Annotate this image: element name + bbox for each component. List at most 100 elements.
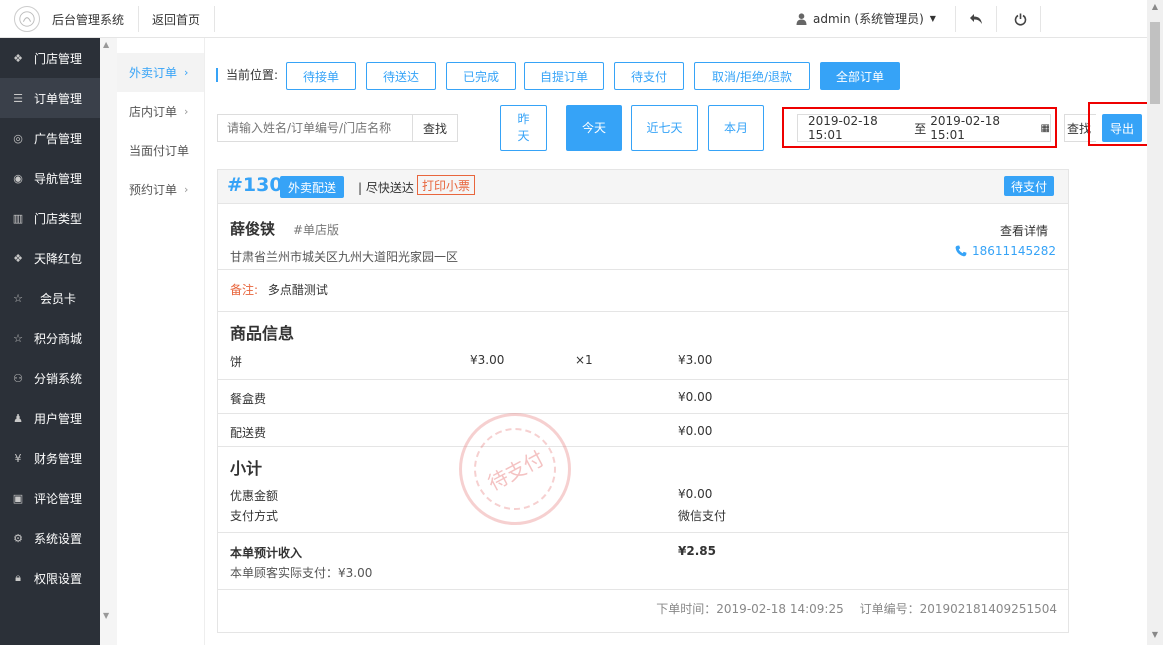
sidebar-item-store-type[interactable]: ▥ 门店类型: [0, 198, 100, 238]
sub-nav: 外卖订单 › 店内订单 › 当面付订单 预约订单 ›: [117, 38, 205, 645]
goods-price: ¥3.00: [470, 353, 505, 367]
filter-pending-delivery[interactable]: 待送达: [366, 62, 436, 90]
page-scrollbar[interactable]: ▲ ▼: [1147, 0, 1163, 645]
filter-all[interactable]: 全部订单: [820, 62, 900, 90]
scroll-up-icon: ▲: [103, 40, 110, 49]
filter-completed[interactable]: 已完成: [446, 62, 516, 90]
pay-method-value: 微信支付: [678, 509, 727, 523]
pay-method-label: 支付方式: [230, 509, 279, 523]
goods-title: 商品信息: [230, 324, 295, 343]
star-icon: ☆: [13, 331, 23, 345]
store-version: #单店版: [293, 223, 340, 237]
customer-phone[interactable]: 18611145282: [955, 244, 1056, 258]
sidebar-item-member-card[interactable]: ☆ 会员卡: [0, 278, 100, 318]
phone-icon: [955, 245, 967, 257]
scroll-up-icon: ▲: [1151, 2, 1159, 11]
subnav-label: 预约订单: [129, 183, 178, 197]
subnav-label: 当面付订单: [129, 144, 190, 158]
search-input[interactable]: [217, 114, 413, 142]
print-receipt-button[interactable]: 打印小票: [417, 175, 476, 195]
date-yesterday[interactable]: 昨天: [500, 105, 547, 151]
subnav-item-face-pay[interactable]: 当面付订单: [117, 131, 204, 170]
filter-cancelled[interactable]: 取消/拒绝/退款: [694, 62, 810, 90]
sidebar-item-users[interactable]: ♟ 用户管理: [0, 398, 100, 438]
subnav-item-takeout[interactable]: 外卖订单 ›: [117, 53, 204, 92]
back-home-link[interactable]: 返回首页: [152, 11, 200, 28]
date-last-seven[interactable]: 近七天: [631, 105, 698, 151]
unpaid-stamp: 待支付: [459, 413, 571, 525]
sidebar-item-label: 会员卡: [39, 291, 76, 306]
divider: [218, 532, 1068, 533]
order-card: #130 外卖配送 | 尽快送达 打印小票 待支付 薛俊铗 #单店版 甘肃省兰州…: [217, 169, 1069, 633]
cubes-icon: ❖: [13, 51, 23, 65]
remark-text: 多点醋测试: [267, 283, 328, 297]
scroll-down-icon: ▼: [103, 611, 110, 620]
chevron-right-icon: ›: [184, 183, 189, 196]
sidebar-item-label: 广告管理: [34, 131, 83, 146]
sidebar-item-label: 门店管理: [34, 51, 83, 66]
back-button[interactable]: [966, 9, 986, 29]
order-id: 订单编号：201902181409251504: [859, 602, 1057, 616]
list-icon: ☰: [13, 91, 23, 105]
sidebar-item-reviews[interactable]: ▣ 评论管理: [0, 478, 100, 518]
user-name: admin (系统管理员): [813, 12, 924, 26]
order-card-header: #130 外卖配送 | 尽快送达 打印小票 待支付: [218, 170, 1068, 204]
gear-icon: ⚙: [13, 531, 23, 545]
subnav-item-reservation[interactable]: 预约订单 ›: [117, 170, 204, 209]
sidebar-item-store[interactable]: ❖ 门店管理: [0, 38, 100, 78]
filter-pending-accept[interactable]: 待接单: [286, 62, 356, 90]
breadcrumb: 当前位置:: [216, 68, 278, 82]
chevron-right-icon: ›: [184, 66, 189, 79]
view-detail-link[interactable]: 查看详情: [1000, 222, 1048, 239]
sidebar-item-label: 评论管理: [34, 491, 83, 506]
goods-qty: ×1: [575, 353, 593, 367]
main-content: 当前位置: 待接单 待送达 已完成 自提订单 待支付 取消/拒绝/退款 全部订单…: [206, 38, 1150, 645]
divider: [955, 6, 956, 32]
customer-name: 薛俊铗: [230, 220, 276, 238]
subnav-label: 外卖订单: [129, 66, 178, 80]
date-this-month[interactable]: 本月: [708, 105, 764, 151]
sidebar-item-finance[interactable]: ¥ 财务管理: [0, 438, 100, 478]
chevron-right-icon: ›: [184, 105, 189, 118]
bank-icon: ▥: [12, 211, 24, 225]
sidebar-item-nav[interactable]: ◉ 导航管理: [0, 158, 100, 198]
sidebar-scrollbar[interactable]: ▲ ▼: [100, 38, 117, 645]
date-today[interactable]: 今天: [566, 105, 622, 151]
sidebar-item-settings[interactable]: ⚙ 系统设置: [0, 518, 100, 558]
sidebar: ❖ 门店管理 ☰ 订单管理 ◎ 广告管理 ◉ 导航管理 ▥ 门店类型 ❖ 天降红包 ☆ 会员卡…: [0, 38, 100, 645]
divider: [218, 413, 1068, 414]
divider: [218, 589, 1068, 590]
box-fee-label: 餐盒费: [230, 392, 267, 406]
divider: [138, 6, 139, 32]
order-type-badge: 外卖配送: [280, 176, 345, 198]
lifebuoy-icon: ◎: [13, 131, 23, 145]
divider: [218, 379, 1068, 380]
status-badge: 待支付: [1003, 176, 1054, 196]
sidebar-item-orders[interactable]: ☰ 订单管理: [0, 78, 100, 118]
subnav-item-dine-in[interactable]: 店内订单 ›: [117, 92, 204, 131]
paid-text: 本单顾客实际支付：¥3.00: [230, 566, 373, 580]
discount-value: ¥0.00: [678, 487, 713, 501]
scrollbar-thumb[interactable]: [1150, 22, 1160, 104]
divider: [996, 6, 997, 32]
user-icon: [796, 12, 807, 25]
sidebar-item-label: 导航管理: [34, 171, 83, 186]
delivery-fee-value: ¥0.00: [678, 424, 713, 438]
divider: [1040, 6, 1041, 32]
sidebar-item-red-packet[interactable]: ❖ 天降红包: [0, 238, 100, 278]
search-button[interactable]: 查找: [412, 114, 458, 142]
user-menu[interactable]: admin (系统管理员) ▼: [796, 10, 936, 27]
sidebar-item-distribution[interactable]: ⚇ 分销系统: [0, 358, 100, 398]
filter-pickup[interactable]: 自提订单: [524, 62, 604, 90]
logout-button[interactable]: [1010, 9, 1030, 29]
yen-icon: ¥: [14, 451, 22, 465]
goods-total: ¥3.00: [678, 353, 713, 367]
sidebar-item-ads[interactable]: ◎ 广告管理: [0, 118, 100, 158]
sidebar-item-permissions[interactable]: 🔒︎ 权限设置: [0, 558, 100, 598]
sidebar-item-points-mall[interactable]: ☆ 积分商城: [0, 318, 100, 358]
user-icon: ♟: [13, 411, 23, 425]
highlight-box: [782, 107, 1057, 148]
power-icon: [1014, 13, 1026, 26]
goods-name: 饼: [230, 355, 243, 369]
filter-unpaid[interactable]: 待支付: [614, 62, 684, 90]
